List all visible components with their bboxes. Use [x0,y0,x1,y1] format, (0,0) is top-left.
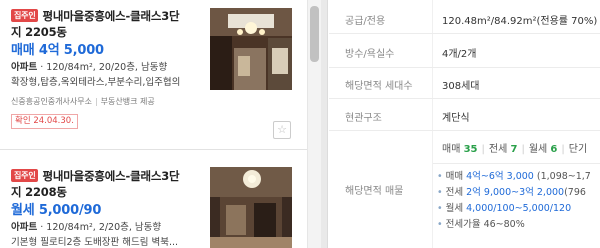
sale-count-link[interactable]: 매매 35 [442,144,478,155]
owner-badge: 집주인 [11,9,39,22]
panel-divider[interactable] [321,0,328,248]
property-type: 아파트 [11,62,38,73]
jeonse-ratio-value: 전세가율 46~80% [445,219,525,230]
listing-scrollbar-thumb[interactable] [310,6,319,62]
listing-info: 집주인 평내마을중흥에스-클래스3단 지 2205동 매매 4억 5,000 아파… [11,8,206,129]
monthly-range: • 월세 4,000/100~5,000/120 [437,201,600,217]
sale-label: 매매 [442,144,461,155]
bullet-icon: • [437,171,443,182]
jeonse-range-prefix: 전세 [445,187,467,198]
detail-panel: 공급/전용 120.48m²/84.92m²(전용률 70%) 방수/욕실수 4… [329,0,600,248]
listing-features: 확장형,탑층,옥외테라스,부분수리,입주협의 [11,77,181,88]
owner-badge: 집주인 [11,169,39,182]
bullet-icon: • [437,187,443,198]
interior-photo-image [210,167,292,248]
listing-photo[interactable] [210,8,292,90]
listing-title-line2[interactable]: 지 2205동 [11,24,206,40]
listing-photo[interactable] [210,167,292,248]
jeonse-ratio: • 전세가율 46~80% [437,217,600,233]
listing-counts: 매매 35 | 전세 7 | 월세 6 | 단기 [442,140,587,155]
detail-row-rooms: 방수/욕실수 4개/2개 [329,34,600,68]
property-type: 아파트 [11,222,38,233]
jeonse-count: 7 [510,144,518,155]
separator: | [561,144,565,155]
interior-photo-image [210,8,292,90]
rooms-value: 4개/2개 [442,49,477,60]
listing-item[interactable]: 집주인 평내마을중흥에스-클래스3단 지 2208동 월세 5,000/90 아파… [0,160,307,248]
supply-area-label: 공급/전용 [345,16,386,27]
listing-item[interactable]: 집주인 평내마을중흥에스-클래스3단 지 2205동 매매 4억 5,000 아파… [0,0,307,150]
separator: | [94,97,98,106]
agent-name[interactable]: 신중흥공인중개사사무소 [11,97,92,106]
sale-range-prefix: 매매 [445,171,467,182]
monthly-label: 월세 [528,144,548,155]
favorite-star-icon[interactable]: ☆ [273,121,291,139]
jeonse-count-link[interactable]: 전세 7 [489,144,518,155]
agent-info: 신중흥공인중개사사무소 | 부동산뱅크 제공 [11,96,206,108]
jeonse-label: 전세 [488,144,508,155]
households-value: 308세대 [442,81,480,92]
listing-title[interactable]: 집주인 평내마을중흥에스-클래스3단 [11,168,206,184]
listing-panel: 집주인 평내마을중흥에스-클래스3단 지 2205동 매매 4억 5,000 아파… [0,0,307,248]
listing-features: 기본형 필로티2층 도배장판 해드림 벽북... [11,237,179,248]
property-spec: · 120/84m², 2/20층, 남동향 [37,222,162,233]
monthly-range-value: 4,000/100~5,000/120 [466,203,572,214]
supply-area-value: 120.48m²/84.92m²(전용률 70%) [442,16,598,27]
listing-title-line1: 평내마을중흥에스-클래스3단 [42,9,180,23]
bullet-icon: • [437,203,443,214]
jeonse-range-suffix: (796 [564,187,586,198]
sale-range: • 매매 4억~6억 3,000 (1,098~1,7 [437,169,600,185]
listing-title[interactable]: 집주인 평내마을중흥에스-클래스3단 [11,8,206,24]
listing-title-line1: 평내마을중흥에스-클래스3단 [42,169,180,183]
listing-info: 집주인 평내마을중흥에스-클래스3단 지 2208동 월세 5,000/90 아파… [11,168,206,248]
detail-row-entrance: 현관구조 계단식 [329,99,600,131]
separator: | [481,144,485,155]
monthly-count: 6 [550,144,558,155]
sale-range-value: 4억~6억 3,000 [466,171,534,182]
monthly-count-link[interactable]: 월세 6 [529,144,558,155]
separator: | [521,144,525,155]
monthly-range-prefix: 월세 [445,203,467,214]
listing-price: 월세 5,000/90 [11,203,102,218]
short-term-link[interactable]: 단기 [569,144,587,155]
sale-range-suffix: (1,098~1,7 [533,171,591,182]
confirm-date-badge: 확인 24.04.30. [11,114,78,129]
sale-count: 35 [463,144,478,155]
entrance-label: 현관구조 [345,113,382,124]
bullet-icon: • [437,219,443,230]
listing-detail-spec: 아파트 · 120/84m², 20/20층, 남동향 [11,60,206,75]
households-label: 해당면적 세대수 [345,81,413,92]
detail-row-area: 공급/전용 120.48m²/84.92m²(전용률 70%) [329,0,600,34]
jeonse-range-value: 2억 9,000~3억 2,000 [466,187,565,198]
jeonse-range: • 전세 2억 9,000~3억 2,000(796 [437,185,600,201]
listing-title-line2[interactable]: 지 2208동 [11,184,206,200]
agent-provider: 부동산뱅크 제공 [100,97,155,106]
listing-detail-spec: 아파트 · 120/84m², 2/20층, 남동향 [11,220,206,235]
price-range-list: • 매매 4억~6억 3,000 (1,098~1,7 • 전세 2억 9,000~… [437,169,600,233]
rooms-label: 방수/욕실수 [345,49,395,60]
counts-divider [433,163,600,164]
detail-row-listings: 해당면적 매물 매매 35 | 전세 7 | 월세 6 | 단기 • 매매 4억~6억 3,0… [329,131,600,248]
entrance-value: 계단식 [442,113,470,124]
listing-price: 매매 4억 5,000 [11,43,104,58]
property-spec: · 120/84m², 20/20층, 남동향 [37,62,168,73]
detail-row-households: 해당면적 세대수 308세대 [329,68,600,99]
listings-label: 해당면적 매물 [345,186,404,197]
